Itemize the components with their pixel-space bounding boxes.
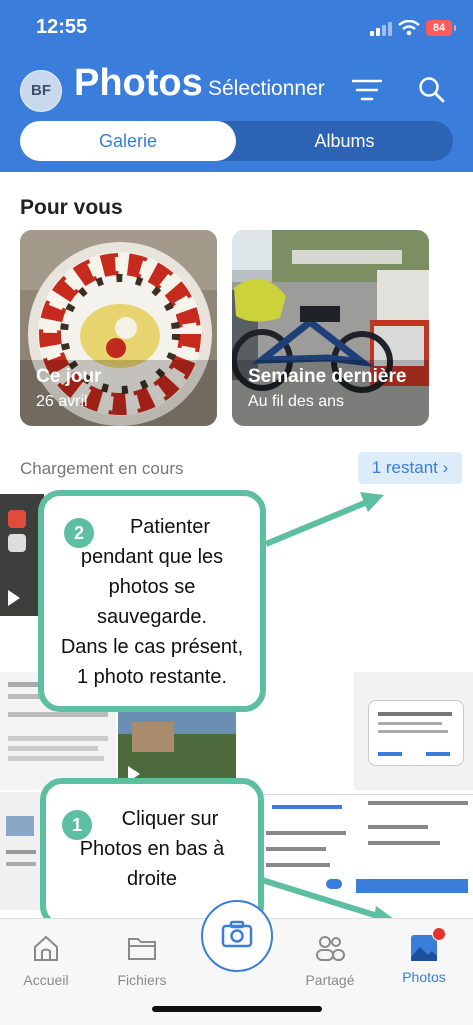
step-number-badge: 1 <box>62 810 92 840</box>
camera-icon <box>221 920 253 948</box>
notification-dot <box>432 927 446 941</box>
tab-accueil[interactable]: Accueil <box>6 933 86 988</box>
callout-line: Dans le cas présent, <box>60 636 244 658</box>
callout-line: droite <box>126 868 178 890</box>
photo-thumbnail[interactable] <box>236 794 473 911</box>
step-number-badge: 2 <box>64 518 94 548</box>
tab-label: Photos <box>402 969 446 985</box>
remaining-button[interactable]: 1 restant › <box>358 452 462 484</box>
folder-icon <box>128 938 156 960</box>
tab-photos[interactable]: Photos <box>384 927 464 985</box>
tab-label: Fichiers <box>117 972 167 988</box>
filter-icon[interactable] <box>352 78 382 102</box>
callout-step-2: 2 Patienter pendant que les photos se sa… <box>38 490 266 712</box>
tab-fichiers[interactable]: Fichiers <box>102 933 182 988</box>
memory-card-subtitle: 26 avril <box>36 393 88 410</box>
view-segmented-control: Galerie Albums <box>20 121 453 161</box>
photo-thumbnail[interactable] <box>354 672 473 790</box>
upload-status-label: Chargement en cours <box>20 459 184 478</box>
memory-card-title: Semaine dernière <box>248 366 407 387</box>
avatar[interactable]: BF <box>20 70 62 112</box>
callout-line: sauvegarde. <box>96 606 208 628</box>
photo-thumbnail[interactable] <box>0 792 44 910</box>
battery-icon: 84 <box>426 20 456 36</box>
tab-albums[interactable]: Albums <box>236 121 453 161</box>
memory-card-subtitle: Au fil des ans <box>248 393 345 410</box>
select-button[interactable]: Sélectionner <box>208 77 325 101</box>
callout-line: photos se <box>108 576 196 598</box>
status-bar: 12:55 84 <box>0 0 473 58</box>
tab-label: Partagé <box>305 972 355 988</box>
people-icon <box>316 936 345 961</box>
tab-label: Accueil <box>23 972 69 988</box>
home-icon <box>34 935 58 961</box>
tab-partage[interactable]: Partagé <box>290 933 370 988</box>
callout-line: 1 photo restante. <box>76 666 228 688</box>
home-indicator <box>152 1006 322 1012</box>
wifi-icon <box>398 20 420 36</box>
tab-galerie[interactable]: Galerie <box>20 121 236 161</box>
camera-button[interactable] <box>201 900 273 972</box>
status-time: 12:55 <box>36 16 88 38</box>
video-play-icon <box>8 590 20 606</box>
signal-icon <box>370 22 392 36</box>
memory-card-last-week[interactable]: Semaine dernière Au fil des ans <box>232 230 429 426</box>
page-title: Photos <box>74 62 203 104</box>
section-title-for-you: Pour vous <box>20 196 123 219</box>
memory-card-today[interactable]: Ce jour 26 avril <box>20 230 217 426</box>
memory-card-title: Ce jour <box>36 366 102 387</box>
app-header: 12:55 84 BF Photos Sélectionner Galerie … <box>0 0 473 172</box>
search-icon[interactable] <box>418 76 446 104</box>
